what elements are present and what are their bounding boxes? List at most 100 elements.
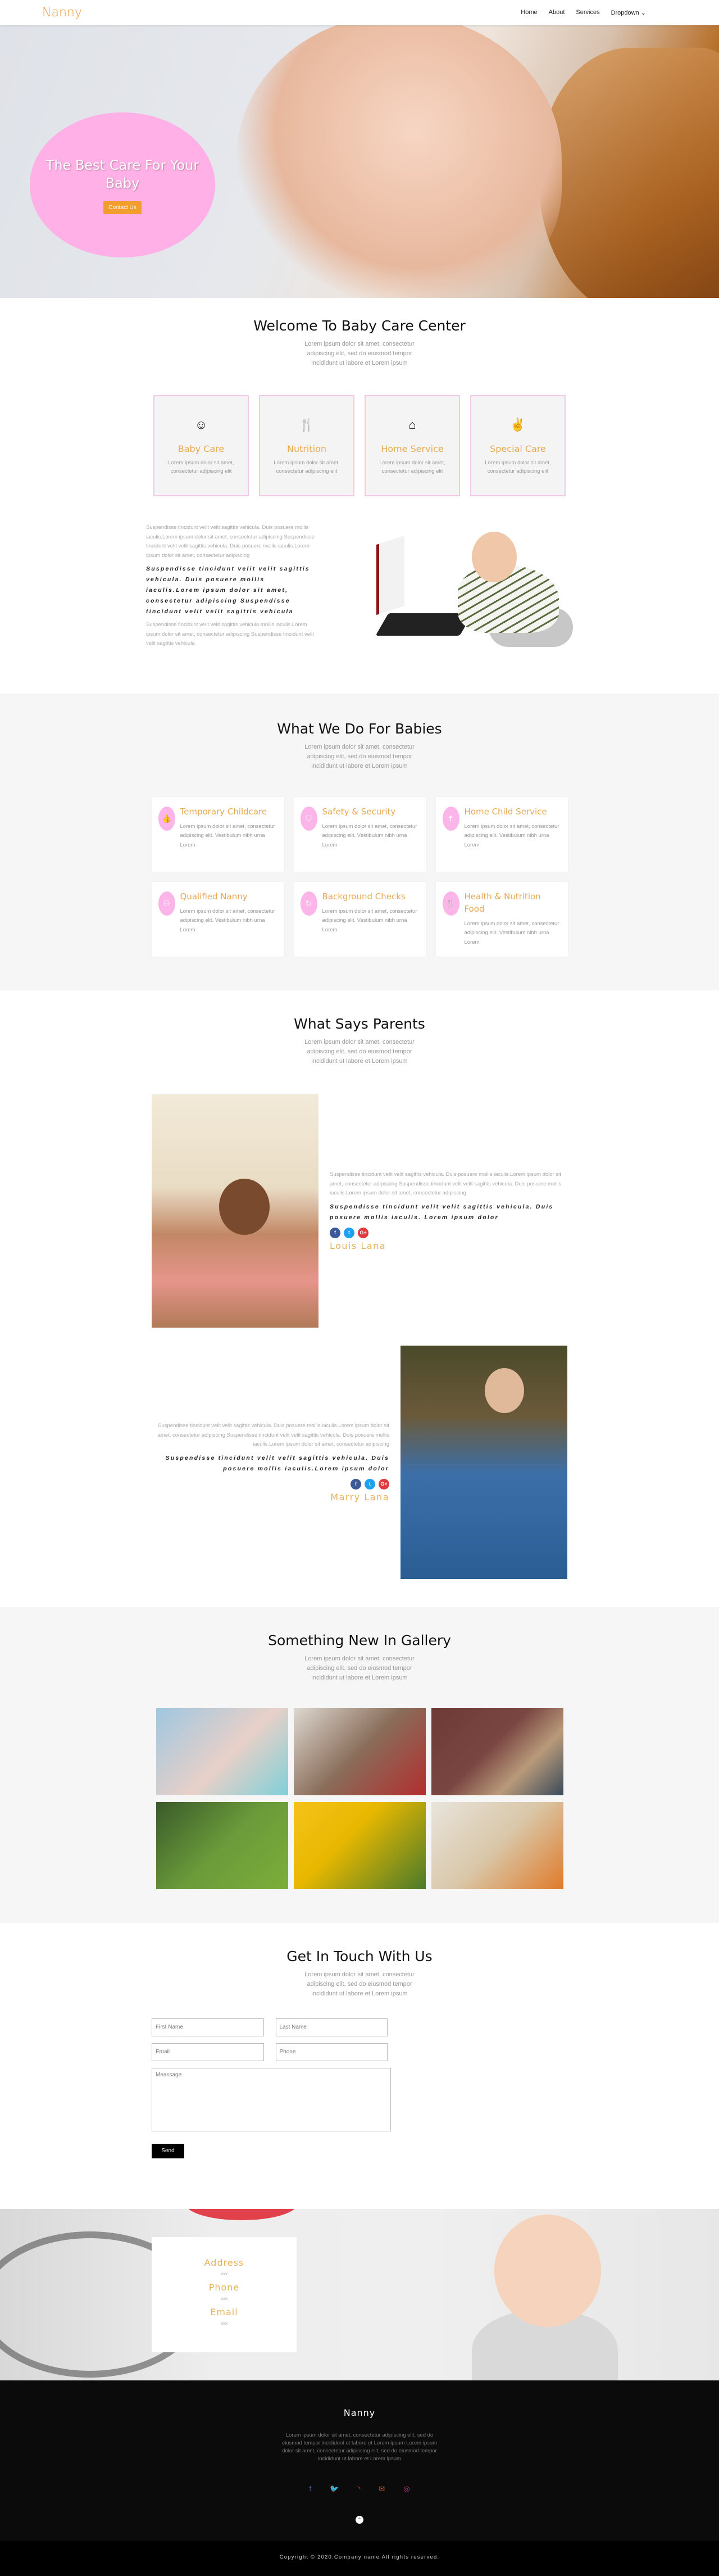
users-icon: ⚇ [158, 891, 175, 916]
baby-laptop-image [360, 529, 573, 647]
testimonials-title: What Says Parents [294, 1015, 425, 1032]
parent-name: Louis Lana [330, 1240, 386, 1251]
footer-title: Nanny [343, 2407, 376, 2418]
about-paragraph: Suspendisse tincidunt velit velit sagitt… [146, 524, 315, 559]
service-text: Lorem ipsum dolor sit amet, consectetur … [322, 908, 417, 933]
phone-input[interactable] [275, 2043, 388, 2061]
service-title: Temporary Childcare [180, 806, 267, 817]
thumbs-up-icon: 👍 [158, 806, 175, 831]
services-title: What We Do For Babies [277, 720, 442, 737]
copyright: Copyright © 2020.Company name All rights… [0, 2541, 719, 2576]
gallery-section: Something New In Gallery Lorem ipsum dol… [0, 1606, 719, 1923]
twitter-icon[interactable]: t [365, 1478, 375, 1490]
shield-icon: ⛉ [300, 806, 317, 831]
about-quote: Suspendisse tincidunt velit velit sagitt… [146, 565, 310, 615]
testimonial-quote: Suspendisse tincidunt velit velit sagitt… [330, 1203, 554, 1221]
send-button[interactable]: Send [152, 2143, 184, 2158]
google-plus-icon[interactable]: G+ [379, 1478, 389, 1490]
last-name-input[interactable] [275, 2018, 388, 2036]
testimonials-section: What Says Parents Lorem ipsum dolor sit … [0, 990, 719, 1607]
service-title: Health & Nutrition Food [464, 891, 541, 914]
feature-card: ✌ Special Care Lorem ipsum dolor sit ame… [470, 395, 566, 496]
service-card: ↻ Background Checks Lorem ipsum dolor sit … [293, 881, 426, 957]
service-card: ⛉ Safety & Security Lorem ipsum dolor sit … [293, 796, 426, 872]
contact-title: Get In Touch With Us [286, 1948, 433, 1964]
email-input[interactable] [152, 2043, 264, 2061]
address-label: Address [204, 2257, 244, 2268]
nav-about[interactable]: About [549, 9, 565, 16]
parent-name: Marry Lana [330, 1491, 389, 1502]
gallery-subtitle: Lorem ipsum dolor sit amet, consectetur … [304, 1655, 415, 1681]
home-icon: ⌂ [408, 418, 416, 432]
child-icon: ✌ [510, 418, 526, 432]
footer: Nanny Lorem ipsum dolor sit amet, consec… [0, 2380, 719, 2541]
balloon-image [185, 2208, 298, 2220]
twitter-icon[interactable]: t [344, 1227, 354, 1238]
contact-form: Send [152, 2018, 391, 2158]
testimonial-body: Suspendisse tincidunt velit velit sagitt… [152, 1421, 389, 1502]
gallery-image[interactable] [431, 1801, 563, 1889]
service-card: ☨ Home Child Service Lorem ipsum dolor sit… [435, 796, 568, 872]
feature-title: Special Care [490, 443, 546, 454]
instagram-icon[interactable]: ◎ [403, 2484, 409, 2493]
footer-text: Lorem ipsum dolor sit amet, consectetur … [281, 2432, 438, 2462]
feature-cards: ☺ Baby Care Lorem ipsum dolor sit amet, … [0, 395, 719, 496]
parent-photo [401, 1345, 567, 1579]
feature-title: Home Service [381, 443, 444, 454]
nav-home[interactable]: Home [521, 9, 537, 16]
social-links: f t G+ [152, 1478, 389, 1490]
gallery-image[interactable] [293, 1708, 426, 1795]
back-to-top-icon[interactable]: ⌃ [356, 2515, 363, 2524]
facebook-icon[interactable]: f [351, 1478, 361, 1490]
welcome-section: Welcome To Baby Care Center Lorem ipsum … [0, 298, 719, 694]
kid-image [494, 2214, 601, 2327]
testimonial: Suspendisse tincidunt velit velit sagitt… [152, 1345, 567, 1579]
phone-label: Phone [208, 2282, 240, 2293]
gallery-title: Something New In Gallery [268, 1632, 451, 1649]
testimonial-quote: Suspendisse tincidunt velit velit sagitt… [165, 1454, 389, 1472]
nav-services[interactable]: Services [576, 9, 599, 16]
testimonial-body: Suspendisse tincidunt velit velit sagitt… [330, 1170, 567, 1251]
first-name-input[interactable] [152, 2018, 264, 2036]
logo[interactable]: Nanny [42, 6, 82, 20]
nav-dropdown[interactable]: Dropdown ⌄ [611, 9, 646, 16]
email-label: Email [210, 2307, 238, 2317]
google-plus-icon[interactable]: G+ [358, 1227, 368, 1238]
message-textarea[interactable] [152, 2067, 391, 2131]
service-text: Lorem ipsum dolor sit amet, consectetur … [322, 823, 417, 848]
parent-photo [152, 1094, 318, 1328]
gallery-image[interactable] [293, 1801, 426, 1889]
rss-icon[interactable]: ◝ [357, 2484, 360, 2493]
contact-section: Get In Touch With Us Lorem ipsum dolor s… [0, 1923, 719, 2209]
facebook-icon[interactable]: f [309, 2484, 311, 2493]
hero-oval: The Best Care For Your Baby Contact Us [30, 112, 215, 257]
service-text: Lorem ipsum dolor sit amet, consectetur … [464, 920, 559, 945]
testimonial: Suspendisse tincidunt velit velit sagitt… [152, 1094, 567, 1328]
service-title: Safety & Security [322, 806, 396, 817]
feature-title: Nutrition [286, 443, 327, 454]
phone-value: xxx [221, 2296, 227, 2301]
hero-title: The Best Care For Your Baby [45, 157, 199, 191]
service-card: 👍 Temporary Childcare Lorem ipsum dolor si… [151, 796, 284, 872]
contact-us-button[interactable]: Contact Us [103, 201, 142, 214]
facebook-icon[interactable]: f [330, 1227, 340, 1238]
gallery-image[interactable] [156, 1708, 288, 1795]
gallery-image[interactable] [431, 1708, 563, 1795]
nav-menu: Home About Services Dropdown ⌄ [521, 9, 646, 16]
hero-image-baby [236, 25, 562, 298]
service-card: ⚇ Qualified Nanny Lorem ipsum dolor sit am… [151, 881, 284, 957]
services-subtitle: Lorem ipsum dolor sit amet, consectetur … [304, 743, 415, 769]
gallery-image[interactable] [156, 1801, 288, 1889]
mail-icon[interactable]: ✉ [379, 2484, 385, 2493]
service-title: Qualified Nanny [180, 891, 248, 902]
feature-text: Lorem ipsum dolor sit amet, consectetur … [379, 460, 445, 474]
email-value: xxx [221, 2321, 227, 2326]
about-text: Suspendisse tincidunt velit velit sagitt… [146, 523, 320, 649]
gallery-grid [0, 1708, 719, 1889]
feature-card: ☺ Baby Care Lorem ipsum dolor sit amet, … [153, 395, 249, 496]
services-section: What We Do For Babies Lorem ipsum dolor … [0, 693, 719, 990]
service-card: 🍴 Health & Nutrition Food Lorem ipsum dolo… [435, 881, 568, 957]
twitter-icon[interactable]: 🐦 [330, 2484, 339, 2493]
cutlery-icon: 🍴 [299, 418, 315, 432]
feature-card: ⌂ Home Service Lorem ipsum dolor sit ame… [365, 395, 460, 496]
